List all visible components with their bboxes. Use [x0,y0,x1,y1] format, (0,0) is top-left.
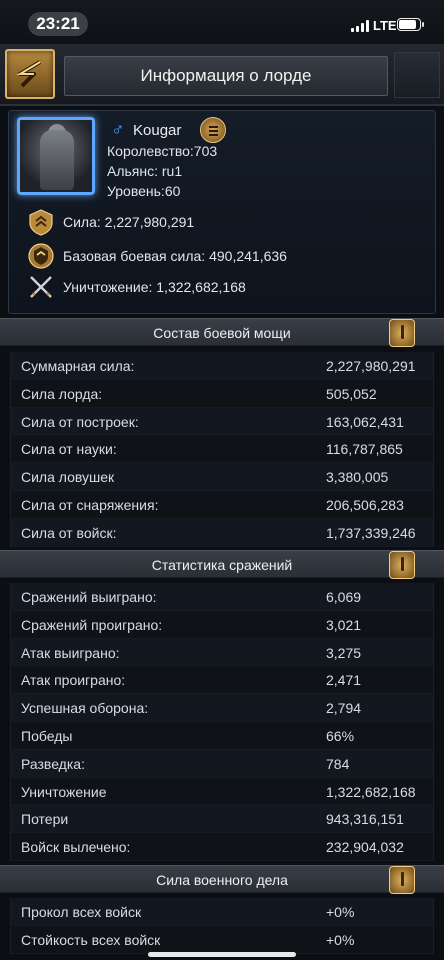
table-row: Разведка: 784 [11,749,433,778]
home-icon[interactable] [394,52,440,98]
table-row: Сражений выиграно: 6,069 [11,583,433,611]
row-label: Сила от снаряжения: [21,496,159,513]
row-label: Сила от войск: [21,524,117,541]
avatar[interactable] [17,117,95,195]
row-label: Сила лорда: [21,385,103,402]
section-title: Статистика сражений [151,557,293,573]
military-affairs-table: Прокол всех войск +0% Стойкость всех войс… [10,898,434,954]
lord-card: ♂ Kougar Королевство:703 Альянс: ru1 Уро… [8,110,436,314]
male-icon: ♂ [111,119,125,139]
table-row: Атак выиграно: 3,275 [11,638,433,667]
alliance-text: Альянс: ru1 [107,163,183,179]
info-icon[interactable] [389,551,415,579]
row-label: Войск вылечено: [21,839,131,856]
kills-row: Уничтожение: 1,322,682,168 [25,273,425,301]
row-label: Прокол всех войск [21,904,142,920]
status-time: 23:21 [28,12,88,36]
table-row: Сражений проиграно: 3,021 [11,611,433,639]
row-value: 66% [326,727,355,744]
row-value: +0% [326,931,355,948]
table-row: Прокол всех войск +0% [11,898,433,926]
row-value: 232,904,032 [326,839,404,856]
section-header-battle-stats: Статистика сражений [0,550,444,579]
row-label: Сила от науки: [21,441,117,458]
row-label: Успешная оборона: [21,700,149,717]
section-title: Сила военного дела [156,872,288,888]
section-title: Состав боевой мощи [153,325,291,341]
row-value: 3,380,005 [326,469,389,486]
battery-icon [397,18,424,31]
back-button[interactable] [5,49,55,99]
row-value: +0% [326,904,355,920]
battle-stats-table: Сражений выиграно: 6,069 Сражений проигра… [10,583,434,861]
row-value: 1,737,339,246 [326,524,416,541]
crossed-swords-icon [30,276,52,298]
table-row: Успешная оборона: 2,794 [11,694,433,722]
table-row: Потери 943,316,151 [11,805,433,834]
kills-text: Уничтожение: 1,322,682,168 [63,279,246,295]
level-text: Уровень:60 [107,183,181,199]
home-indicator[interactable] [148,952,296,957]
row-label: Атак проиграно: [21,672,126,689]
table-row: Сила от построек: 163,062,431 [11,407,433,436]
row-value: 784 [326,755,350,772]
row-value: 6,069 [326,589,362,605]
row-value: 206,506,283 [326,496,404,513]
page-title: Информация о лорде [64,56,388,96]
table-row: Сила от науки: 116,787,865 [11,435,433,464]
row-label: Сражений проиграно: [21,616,163,633]
row-value: 505,052 [326,385,377,402]
table-row: Сила лорда: 505,052 [11,380,433,408]
power-icon [29,209,53,236]
row-label: Сила от построек: [21,413,139,430]
row-label: Потери [21,811,69,828]
table-row: Атак проиграно: 2,471 [11,666,433,695]
info-icon[interactable] [389,866,415,894]
row-label: Сила ловушек [21,469,115,486]
row-value: 2,794 [326,700,362,717]
row-value: 1,322,682,168 [326,783,416,800]
lord-name: Kougar [133,122,182,139]
edit-profile-button[interactable] [200,117,226,143]
row-label: Атак выиграно: [21,644,120,661]
power-composition-table: Суммарная сила: 2,227,980,291 Сила лорда:… [10,352,434,547]
table-row: Войск вылечено: 232,904,032 [11,833,433,861]
table-row: Уничтожение 1,322,682,168 [11,778,433,806]
back-arrow-icon [16,60,42,88]
section-header-military-affairs: Сила военного дела [0,865,444,894]
network-label: LTE [373,18,397,33]
row-value: 116,787,865 [326,441,403,458]
section-header-power-composition: Состав боевой мощи [0,318,444,347]
top-bar: Информация о лорде [0,44,444,106]
table-row: Суммарная сила: 2,227,980,291 [11,352,433,380]
row-label: Разведка: [21,755,85,772]
row-label: Уничтожение [21,783,107,800]
row-value: 943,316,151 [326,811,404,828]
table-row: Победы 66% [11,722,433,750]
row-value: 163,062,431 [326,413,404,430]
row-label: Победы [21,727,73,744]
row-value: 2,227,980,291 [326,358,416,374]
table-row: Сила от снаряжения: 206,506,283 [11,491,433,519]
base-power-row: Базовая боевая сила: 490,241,636 [25,242,425,270]
row-label: Сражений выиграно: [21,589,157,605]
row-label: Суммарная сила: [21,358,135,374]
table-row: Стойкость всех войск +0% [11,926,433,954]
row-value: 3,021 [326,616,362,633]
row-label: Стойкость всех войск [21,931,161,948]
row-value: 3,275 [326,644,362,661]
power-row: Сила: 2,227,980,291 [25,208,425,236]
base-power-text: Базовая боевая сила: 490,241,636 [63,248,287,264]
row-value: 2,471 [326,672,362,689]
table-row: Сила от войск: 1,737,339,246 [11,518,433,547]
base-power-icon [28,243,54,269]
kingdom-text: Королевство:703 [107,143,218,159]
power-text: Сила: 2,227,980,291 [63,214,195,230]
signal-icon [351,20,371,32]
info-icon[interactable] [389,319,415,347]
status-bar: 23:21 LTE [0,0,444,44]
table-row: Сила ловушек 3,380,005 [11,463,433,491]
